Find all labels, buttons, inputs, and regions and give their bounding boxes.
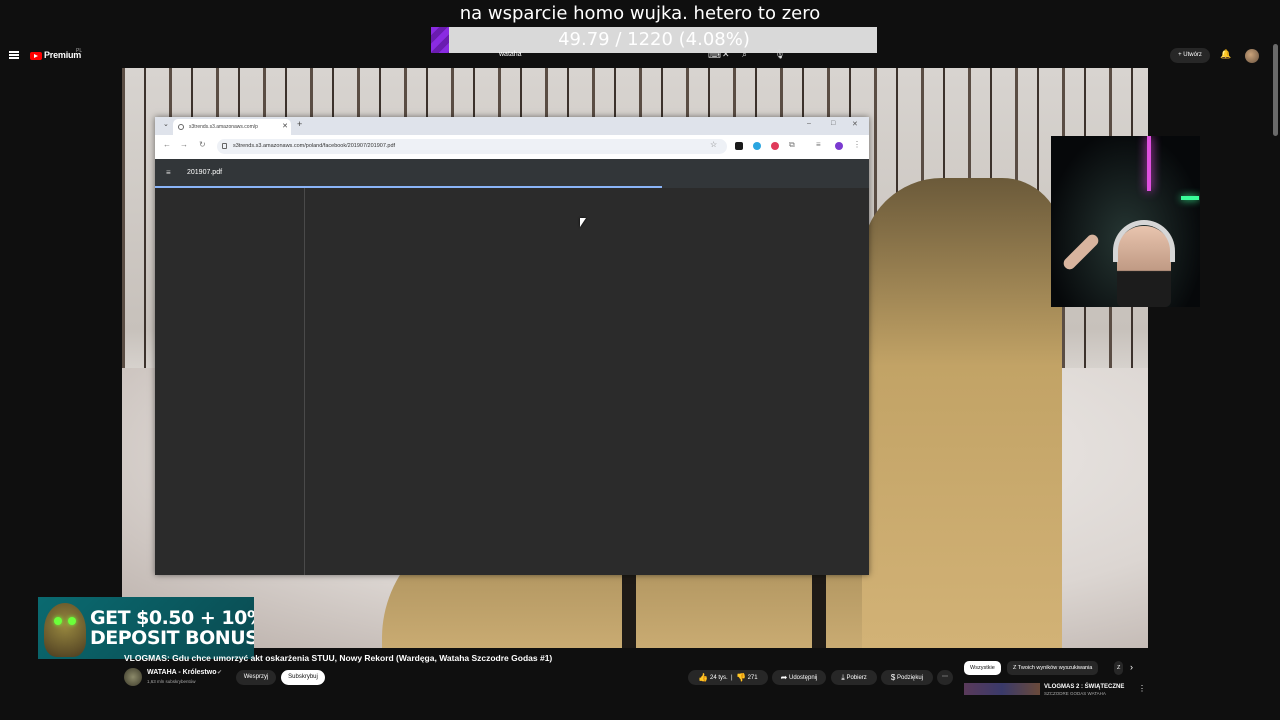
thumbs-down-icon: 👎	[735, 673, 746, 682]
thanks-icon: $	[890, 673, 896, 682]
search-input[interactable]: wataha	[499, 51, 522, 58]
dislike-count: 271	[747, 675, 758, 682]
bookmark-star-icon[interactable]: ☆	[710, 140, 717, 149]
menu-icon[interactable]	[9, 51, 19, 59]
ad-monster-mascot	[44, 603, 86, 657]
close-tab-icon[interactable]: ✕	[282, 119, 288, 135]
extension-icon[interactable]	[771, 142, 779, 150]
download-label: Pobierz	[846, 675, 867, 682]
media-controls-icon[interactable]: ≡	[816, 140, 821, 149]
share-label: Udostępnij	[789, 675, 818, 682]
pdf-title: 201907.pdf	[187, 169, 223, 176]
keyboard-icon[interactable]: ⌨	[708, 50, 721, 61]
maximize-icon[interactable]: □	[831, 120, 835, 127]
more-icon: ⋯	[942, 674, 948, 680]
new-tab-icon[interactable]: +	[297, 119, 302, 129]
download-icon: ⤓	[841, 673, 845, 682]
extension-icon[interactable]	[753, 142, 761, 150]
chip-all[interactable]: Wszystkie	[964, 661, 1001, 675]
youtube-logo-icon[interactable]	[30, 52, 42, 60]
subscribe-button[interactable]: Subskrybuj	[281, 670, 325, 685]
share-icon: ➦	[780, 673, 788, 682]
join-button[interactable]: Wesprzyj	[236, 670, 276, 685]
thanks-button[interactable]: $ Podziękuj	[881, 670, 933, 685]
close-window-icon[interactable]: ✕	[852, 120, 858, 128]
pdf-sidebar-menu-icon[interactable]: ≡	[166, 168, 171, 177]
pdf-thumbnail-sidebar[interactable]	[155, 188, 305, 575]
more-actions-button[interactable]: ⋯	[937, 670, 953, 685]
minimize-icon[interactable]: –	[807, 120, 811, 127]
profile-icon[interactable]	[835, 142, 843, 150]
search-icon[interactable]: ⌕	[742, 49, 747, 60]
reload-icon[interactable]: ↻	[199, 140, 206, 149]
extensions-puzzle-icon[interactable]: ⧉	[789, 140, 795, 150]
chevron-right-icon[interactable]: ›	[1130, 662, 1133, 672]
browser-tab-title: s3trends.s3.amazonaws.com/p	[189, 124, 258, 130]
account-avatar[interactable]	[1245, 49, 1259, 63]
site-info-icon[interactable]	[222, 143, 227, 149]
address-bar[interactable]: s3trends.s3.amazonaws.com/poland/faceboo…	[217, 139, 727, 154]
tab-search-icon[interactable]: ⌄	[163, 120, 169, 128]
browser-tab-bar: ⌄ s3trends.s3.amazonaws.com/p ✕ + – □ ✕	[155, 117, 869, 135]
forward-icon[interactable]: →	[180, 140, 188, 149]
clear-search-icon[interactable]: ✕	[722, 49, 730, 60]
webcam-light-strip	[1181, 196, 1199, 200]
stream-banner-text: na wsparcie homo wujka. hetero to zero	[459, 3, 821, 24]
notifications-bell-icon[interactable]: 🔔	[1220, 49, 1231, 60]
like-count: 24 tys.	[710, 675, 728, 682]
chip-more[interactable]: Z	[1114, 661, 1124, 675]
page-scrollbar[interactable]	[1273, 44, 1278, 136]
create-label: Utwórz	[1183, 52, 1202, 58]
browser-window[interactable]: ⌄ s3trends.s3.amazonaws.com/p ✕ + – □ ✕ …	[155, 117, 869, 575]
streamer-webcam	[1051, 136, 1200, 307]
channel-avatar[interactable]	[124, 668, 142, 686]
related-video-title[interactable]: VLOGMAS 2 : ŚWIĄTECZNE	[1044, 684, 1124, 690]
webcam-arm	[1061, 232, 1101, 272]
create-button[interactable]: + Utwórz	[1170, 48, 1210, 63]
country-code: PL	[76, 48, 83, 54]
extension-icon[interactable]	[735, 142, 743, 150]
back-icon[interactable]: ←	[163, 140, 171, 149]
pdf-viewer-toolbar: ≡ 201907.pdf	[155, 159, 869, 188]
webcam-headset	[1113, 220, 1175, 262]
ad-subheadline: DEPOSIT BONUS	[90, 627, 254, 649]
channel-subscriber-count: 1,63 mln subskrybentów	[147, 679, 196, 684]
donation-goal-text: 49.79 / 1220 (4.08%)	[558, 29, 750, 50]
like-button[interactable]: 👍 24 tys.	[698, 673, 728, 682]
share-button[interactable]: ➦ Udostępnij	[772, 670, 826, 685]
thanks-label: Podziękuj	[897, 675, 924, 682]
related-video-subtitle: SZCZODRE GODAS WATAHA	[1044, 691, 1106, 696]
thumbs-up-icon: 👍	[698, 673, 709, 682]
download-button[interactable]: ⤓ Pobierz	[831, 670, 877, 685]
microphone-icon[interactable]: 🎙	[774, 49, 785, 60]
deposit-bonus-ad[interactable]: GET $0.50 + 10% DEPOSIT BONUS	[38, 597, 254, 659]
chip-from-search[interactable]: Z Twoich wyników wyszukiwania	[1007, 661, 1099, 675]
like-dislike-group: 👍 24 tys. | 👎 271	[688, 670, 768, 685]
browser-tab[interactable]: s3trends.s3.amazonaws.com/p ✕	[173, 119, 291, 135]
donation-goal-bar: 49.79 / 1220 (4.08%)	[431, 27, 877, 53]
mouse-cursor-icon	[580, 218, 586, 227]
address-bar-url: s3trends.s3.amazonaws.com/poland/faceboo…	[233, 143, 396, 149]
video-title: VLOGMAS: Gdu chce umorzyć akt oskarżenia…	[124, 653, 553, 663]
video-frame-person	[862, 178, 1062, 648]
dislike-button[interactable]: 👎 271	[735, 673, 758, 682]
ad-headline: GET $0.50 + 10%	[90, 607, 254, 629]
channel-name[interactable]: WATAHA - Królestwo	[147, 669, 216, 676]
related-video-thumbnail[interactable]	[964, 683, 1040, 695]
related-more-icon[interactable]: ⋮	[1138, 684, 1146, 693]
verified-badge-icon: ✔	[217, 670, 223, 676]
pdf-content-area[interactable]	[306, 188, 869, 575]
browser-toolbar: ← → ↻ s3trends.s3.amazonaws.com/poland/f…	[155, 135, 869, 159]
ad-monster-eye	[68, 617, 76, 625]
browser-menu-icon[interactable]: ⋮	[853, 140, 861, 149]
webcam-light-strip	[1147, 136, 1151, 191]
ad-monster-eye	[54, 617, 62, 625]
globe-icon	[178, 124, 184, 130]
